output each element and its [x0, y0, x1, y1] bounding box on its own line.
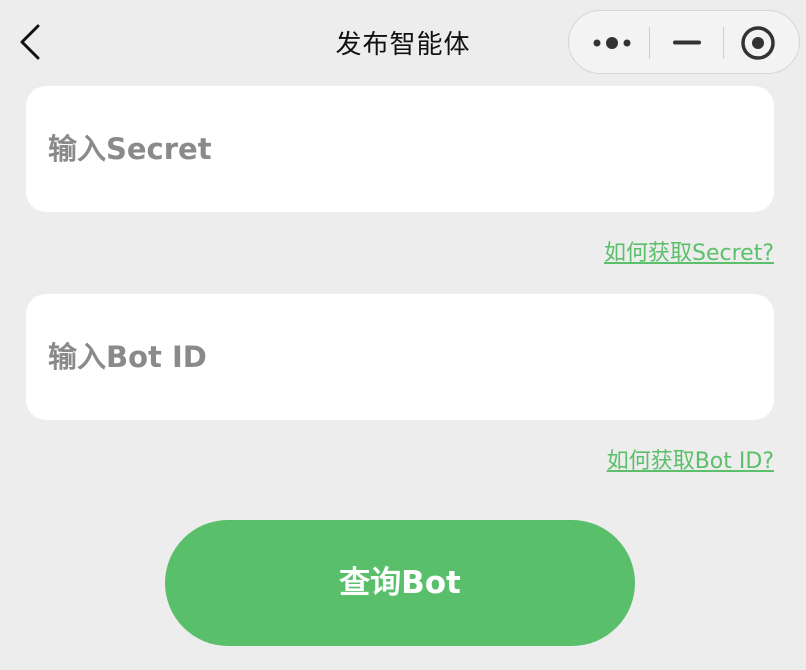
mini-program-capsule	[568, 10, 800, 74]
navigation-bar: 发布智能体	[0, 0, 806, 86]
more-dots-icon	[593, 37, 631, 49]
target-circle-icon	[741, 26, 775, 60]
close-button[interactable]	[724, 11, 800, 73]
secret-input-card	[26, 86, 774, 212]
bot-id-input[interactable]	[48, 294, 748, 420]
bot-id-input-card	[26, 294, 774, 420]
minimize-button[interactable]	[650, 11, 723, 73]
more-button[interactable]	[569, 11, 649, 73]
how-to-get-secret-link[interactable]: 如何获取Secret?	[604, 235, 774, 267]
how-to-get-bot-id-link[interactable]: 如何获取Bot ID?	[607, 443, 774, 475]
query-bot-button[interactable]: 查询Bot	[165, 520, 635, 646]
secret-input[interactable]	[48, 86, 748, 212]
minimize-icon	[673, 40, 701, 45]
